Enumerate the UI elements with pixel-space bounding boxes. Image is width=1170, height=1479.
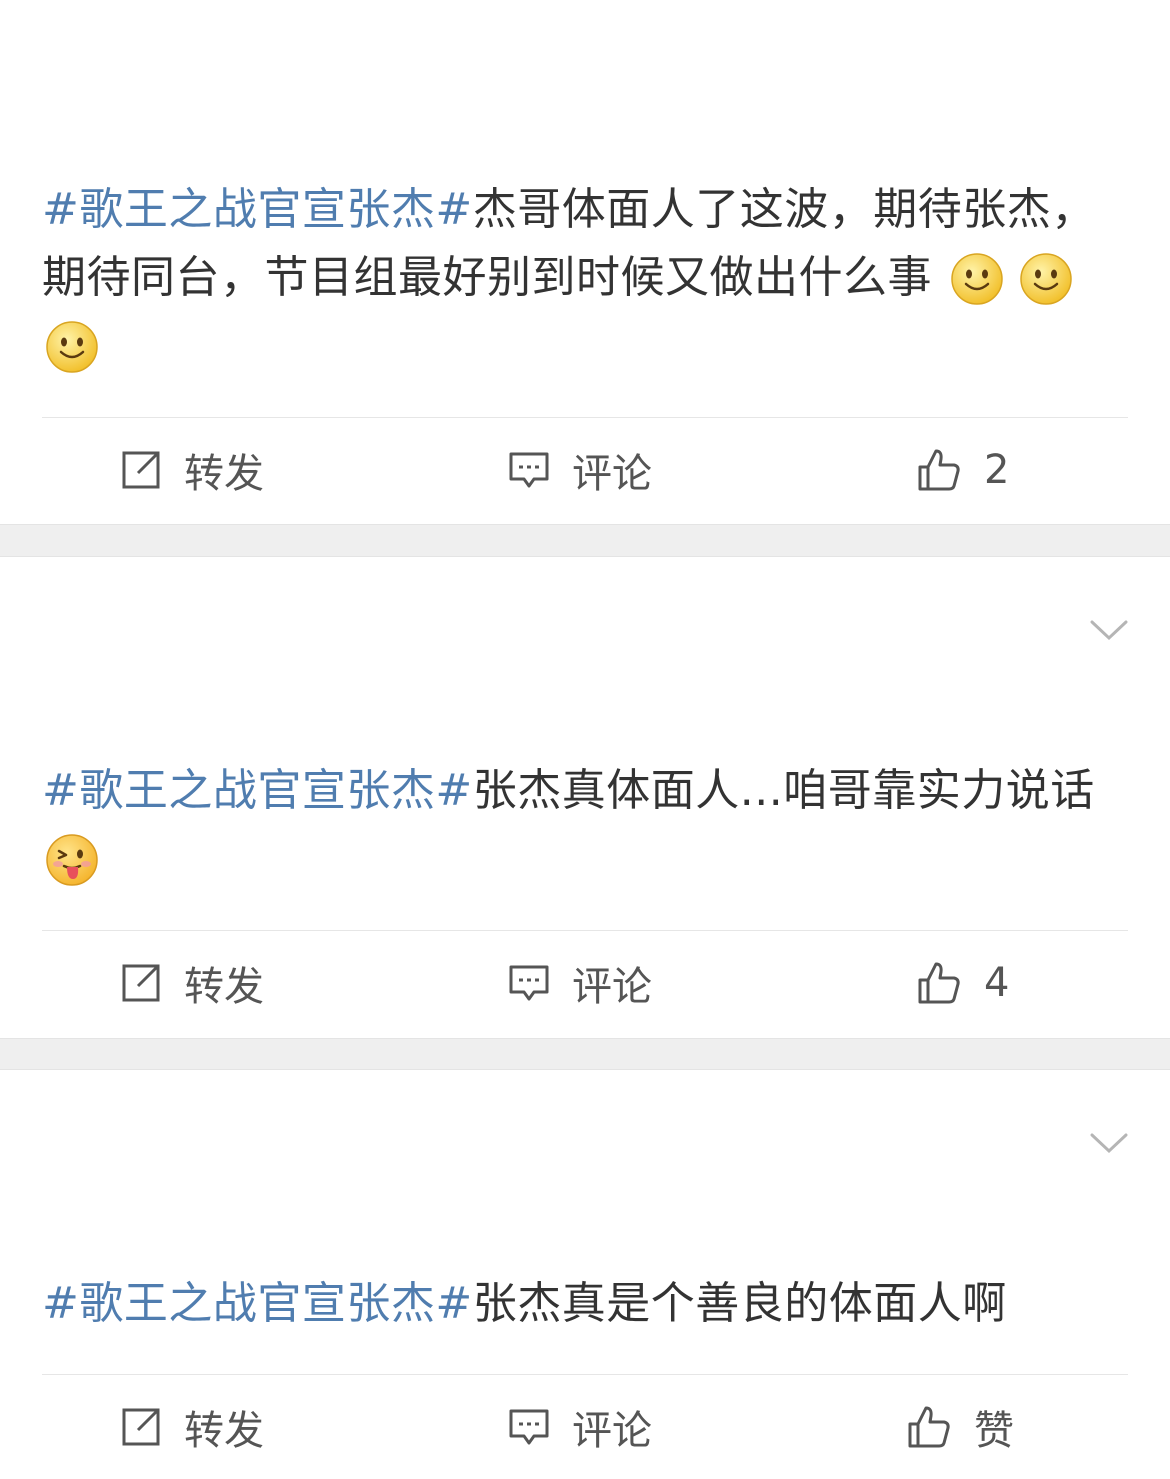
smile-emoji xyxy=(46,321,98,373)
repost-button[interactable]: 转发 xyxy=(120,418,264,522)
post-body: #歌王之战官宣张杰#张杰真是个善良的体面人啊 xyxy=(42,1270,1132,1338)
comment-icon xyxy=(509,452,549,488)
chevron-down-icon[interactable] xyxy=(1090,1132,1128,1154)
comment-icon xyxy=(509,1409,549,1445)
card-separator xyxy=(0,524,1170,557)
like-button[interactable]: 4 xyxy=(916,931,1009,1035)
tongue-wink-emoji xyxy=(46,834,98,886)
thumbs-up-icon xyxy=(908,1406,950,1448)
topic-link[interactable]: #歌王之战官宣张杰# xyxy=(42,184,473,235)
like-count: 2 xyxy=(984,447,1010,493)
smile-emoji xyxy=(1019,253,1072,305)
repost-icon xyxy=(122,1408,160,1446)
topic-link[interactable]: #歌王之战官宣张杰# xyxy=(42,765,473,816)
comment-icon xyxy=(509,965,549,1001)
smile-emoji xyxy=(950,253,1003,305)
comment-label: 评论 xyxy=(572,451,652,497)
post-card: #歌王之战官宣张杰#张杰真体面人...咱哥靠实力说话 转发 评论 4 xyxy=(0,557,1170,1038)
topic-link[interactable]: #歌王之战官宣张杰# xyxy=(42,1278,473,1329)
comment-button[interactable]: 评论 xyxy=(508,931,652,1035)
thumbs-up-icon xyxy=(918,449,960,491)
comment-label: 评论 xyxy=(572,1408,652,1454)
repost-label: 转发 xyxy=(184,1408,264,1454)
thumbs-up-icon xyxy=(918,962,960,1004)
like-button[interactable]: 赞 xyxy=(906,1375,1014,1479)
comment-button[interactable]: 评论 xyxy=(508,1375,652,1479)
post-body: #歌王之战官宣张杰#张杰真体面人...咱哥靠实力说话 xyxy=(42,757,1132,893)
comment-label: 评论 xyxy=(572,964,652,1010)
repost-button[interactable]: 转发 xyxy=(120,931,264,1035)
post-text: 张杰真是个善良的体面人啊 xyxy=(472,1278,1007,1329)
post-card: #歌王之战官宣张杰#张杰真是个善良的体面人啊 转发 评论 赞 xyxy=(0,1070,1170,1478)
post-text: 张杰真体面人...咱哥靠实力说话 xyxy=(472,765,1095,816)
chevron-down-icon[interactable] xyxy=(1090,619,1128,641)
post-card: #歌王之战官宣张杰#杰哥体面人了这波，期待张杰，期待同台，节目组最好别到时候又做… xyxy=(0,0,1170,524)
comment-button[interactable]: 评论 xyxy=(508,418,652,522)
action-bar: 转发 评论 赞 xyxy=(0,1375,1170,1479)
like-label: 赞 xyxy=(974,1408,1014,1454)
repost-icon xyxy=(122,451,160,489)
post-body: #歌王之战官宣张杰#杰哥体面人了这波，期待张杰，期待同台，节目组最好别到时候又做… xyxy=(42,176,1132,380)
action-bar: 转发 评论 4 xyxy=(0,931,1170,1035)
action-bar: 转发 评论 2 xyxy=(0,418,1170,522)
like-button[interactable]: 2 xyxy=(916,418,1009,522)
repost-label: 转发 xyxy=(184,964,264,1010)
card-separator xyxy=(0,1038,1170,1070)
repost-button[interactable]: 转发 xyxy=(120,1375,264,1479)
like-count: 4 xyxy=(984,960,1010,1006)
repost-label: 转发 xyxy=(184,451,264,497)
repost-icon xyxy=(122,964,160,1002)
